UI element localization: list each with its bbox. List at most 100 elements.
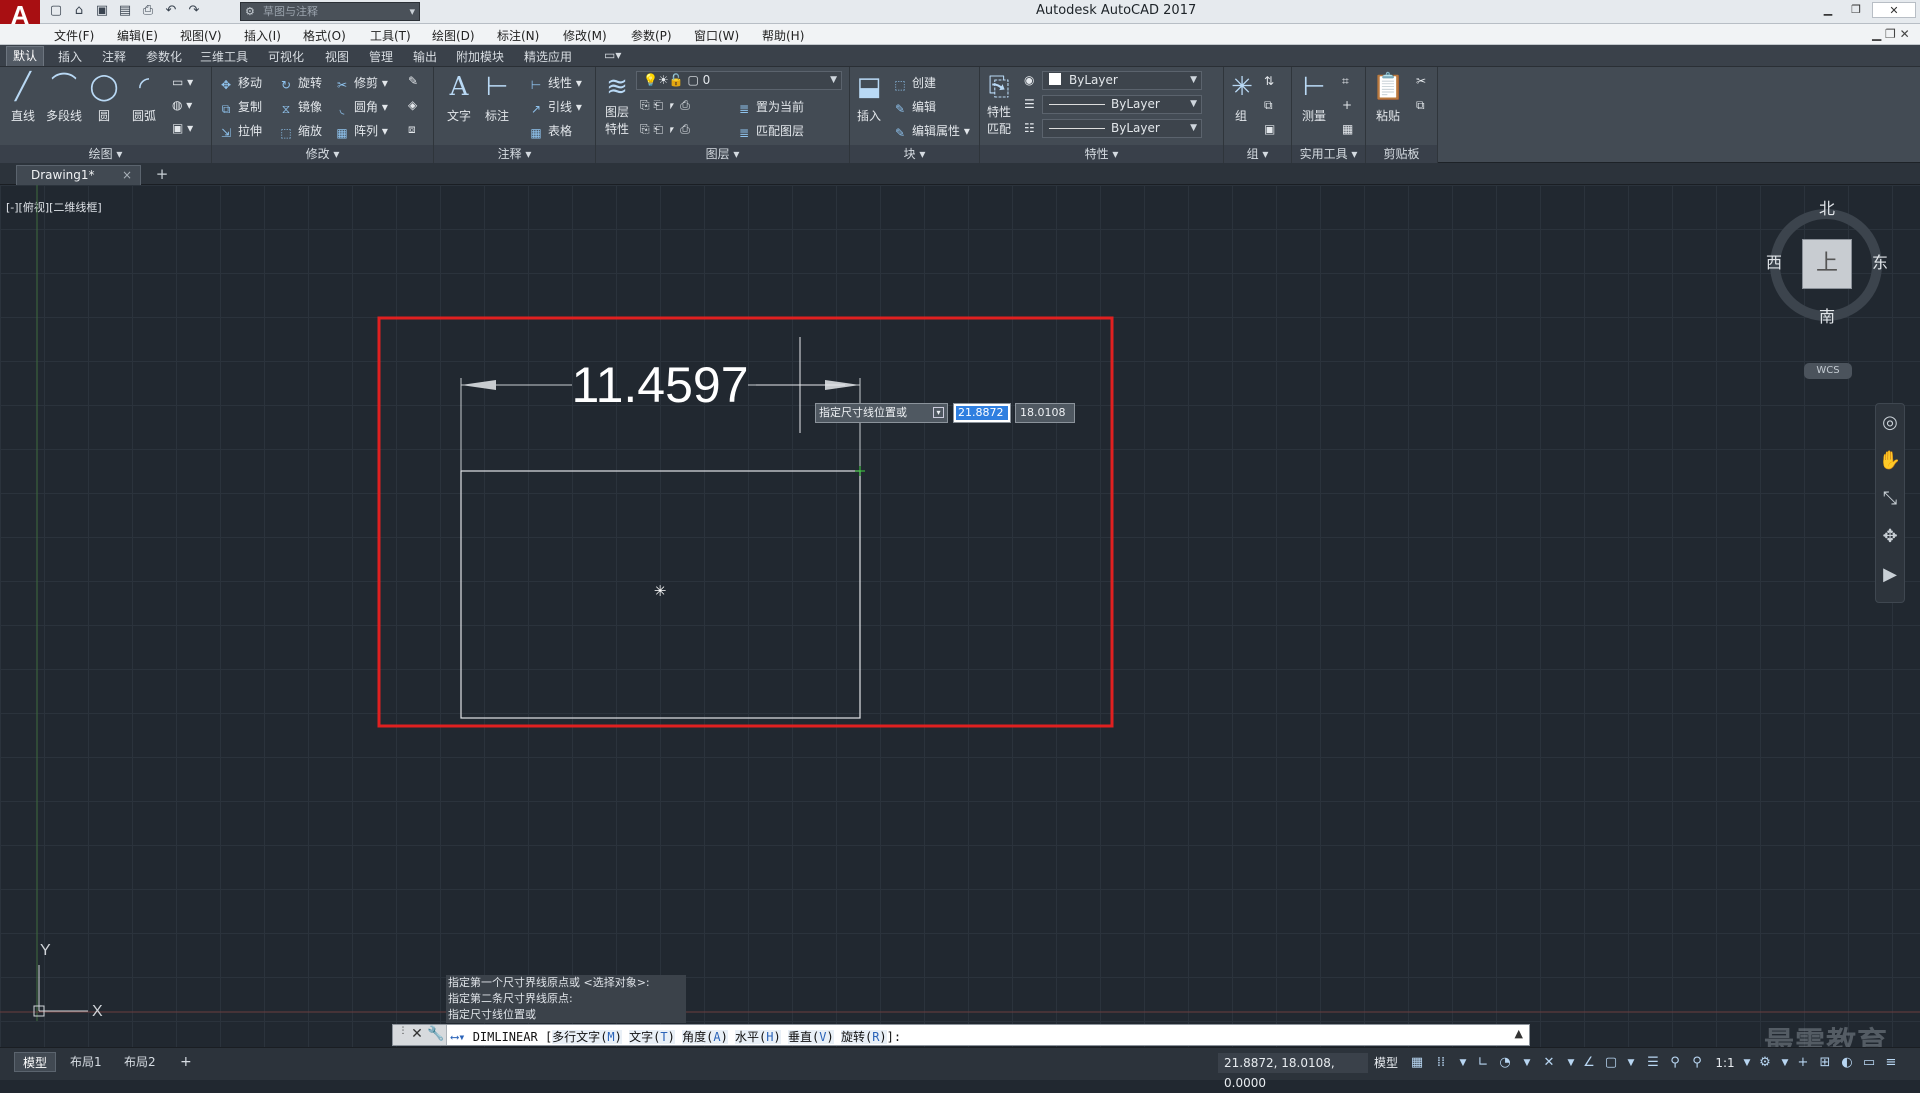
lineweight-toggle-icon[interactable]: ☰	[1644, 1053, 1662, 1073]
menu-format[interactable]: 格式(O)	[303, 27, 346, 44]
ribbon-tab-insert[interactable]: 插入	[58, 48, 82, 65]
layer-tools-row1[interactable]: ⎘ ⎗ ⎖ ⎙	[640, 98, 690, 113]
workspace-selector[interactable]: ⚙ 草图与注释 ▾	[240, 2, 420, 21]
ribbon-tab-manage[interactable]: 管理	[369, 48, 393, 65]
explode-icon[interactable]: ◈	[408, 98, 417, 112]
copy-tool[interactable]: ⧉ 复制	[218, 98, 262, 116]
chevron-down-icon[interactable]: ▼	[1738, 1053, 1756, 1073]
group-edit-icon[interactable]: ⧉	[1264, 98, 1273, 113]
option-mtext[interactable]: 多行文字(M)	[552, 1030, 622, 1044]
edit-block-tool[interactable]: ✎ 编辑	[892, 98, 936, 116]
save-icon[interactable]: ▣	[94, 3, 110, 19]
annotation-monitor-icon[interactable]: +	[1794, 1053, 1812, 1073]
object-snap-icon[interactable]: ▢	[1602, 1053, 1620, 1073]
layout-tab-model[interactable]: 模型	[14, 1052, 57, 1072]
wcs-menu[interactable]: WCS	[1804, 363, 1852, 379]
menu-view[interactable]: 视图(V)	[180, 27, 222, 44]
modify-panel-label[interactable]: 修改 ▾	[212, 145, 433, 163]
viewcube-top-face[interactable]: 上	[1802, 239, 1852, 289]
option-horizontal[interactable]: 水平(H)	[735, 1030, 781, 1044]
match-properties-tool[interactable]: ⎘ 特性 匹配	[982, 71, 1016, 137]
dimension-tool[interactable]: ⊢ 标注	[480, 71, 514, 124]
doc-window-controls[interactable]: ▁ ❐ ✕	[1872, 27, 1910, 41]
new-tab-button[interactable]: +	[152, 166, 172, 184]
trim-tool[interactable]: ✂ 修剪 ▾	[334, 74, 388, 92]
clean-screen-icon[interactable]: ▭	[1860, 1053, 1878, 1073]
create-block-tool[interactable]: ⬚ 创建	[892, 74, 936, 92]
annotation-scale[interactable]: 1:1	[1712, 1053, 1738, 1073]
layout-tab-2[interactable]: 布局2	[116, 1052, 164, 1072]
annotation-panel-label[interactable]: 注释 ▾	[434, 145, 595, 163]
new-file-icon[interactable]: ▢	[48, 3, 64, 19]
chevron-down-icon[interactable]: ▼	[1454, 1053, 1472, 1073]
table-tool[interactable]: ▦ 表格	[528, 122, 572, 140]
text-tool[interactable]: A 文字	[442, 71, 476, 124]
units-icon[interactable]: ⊞	[1816, 1053, 1834, 1073]
ribbon-tab-output[interactable]: 输出	[413, 48, 437, 65]
calculator-icon[interactable]: ⌗	[1342, 74, 1349, 89]
rectangle-icon[interactable]: ▭ ▾	[172, 75, 193, 89]
move-tool[interactable]: ✥ 移动	[218, 74, 262, 92]
group-select-icon[interactable]: ▣	[1264, 122, 1275, 136]
cut-icon[interactable]: ✂	[1416, 74, 1426, 88]
linear-dimension-tool[interactable]: ⊢ 线性 ▾	[528, 74, 582, 92]
ribbon-options-icon[interactable]: ▭▾	[604, 48, 621, 62]
minimize-icon[interactable]: ▁	[1816, 2, 1840, 18]
isolate-objects-icon[interactable]: ◐	[1838, 1053, 1856, 1073]
set-current-tool[interactable]: ≣ 置为当前	[736, 98, 804, 116]
option-angle[interactable]: 角度(A)	[682, 1030, 728, 1044]
ribbon-tab-parametric[interactable]: 参数化	[146, 48, 182, 65]
quickcalc-icon[interactable]: ▦	[1342, 122, 1353, 136]
drawing-canvas[interactable]: [-][俯视][二维线框] 11.4597 ✳ Y X 指定尺寸线位置或▾ 2	[0, 185, 1920, 1047]
compass-south[interactable]: 南	[1819, 303, 1835, 327]
block-panel-label[interactable]: 块 ▾	[850, 145, 979, 163]
mirror-tool[interactable]: ⧖ 镜像	[278, 98, 322, 116]
match-layer-tool[interactable]: ≣ 匹配图层	[736, 122, 804, 140]
pan-hand-icon[interactable]: ✋	[1876, 442, 1904, 480]
layer-tools-row2[interactable]: ⎘ ⎗ ⎖ ⎙	[640, 122, 690, 137]
annotation-visibility-icon[interactable]: ⚲	[1666, 1053, 1684, 1073]
stretch-tool[interactable]: ⇲ 拉伸	[218, 122, 262, 140]
arc-tool[interactable]: ◜ 圆弧	[126, 71, 162, 124]
ribbon-tab-3d-tools[interactable]: 三维工具	[200, 48, 248, 65]
fillet-tool[interactable]: ◟ 圆角 ▾	[334, 98, 388, 116]
rotate-tool[interactable]: ↻ 旋转	[278, 74, 322, 92]
group-tool[interactable]: ✳ 组	[1226, 71, 1256, 124]
layout-tab-1[interactable]: 布局1	[62, 1052, 110, 1072]
circle-tool[interactable]: ◯ 圆	[88, 71, 120, 124]
redo-icon[interactable]: ↷	[186, 3, 202, 19]
measure-tool[interactable]: ⊢ 测量	[1294, 71, 1334, 124]
menu-dimension[interactable]: 标注(N)	[497, 27, 539, 44]
draw-panel-label[interactable]: 绘图 ▾	[0, 145, 211, 163]
undo-icon[interactable]: ↶	[163, 3, 179, 19]
expand-down-icon[interactable]: ▾	[933, 407, 944, 418]
menu-window[interactable]: 窗口(W)	[694, 27, 739, 44]
object-snap-tracking-icon[interactable]: ∠	[1580, 1053, 1598, 1073]
open-file-icon[interactable]: ⌂	[71, 3, 87, 19]
polyline-tool[interactable]: ⌒ 多段线	[42, 71, 86, 124]
coordinate-display[interactable]: 21.8872, 18.0108, 0.0000	[1218, 1053, 1368, 1090]
customize-wrench-icon[interactable]: 🔧	[427, 1026, 444, 1042]
chevron-up-icon[interactable]: ▲	[1515, 1027, 1523, 1040]
menu-modify[interactable]: 修改(M)	[563, 27, 607, 44]
array-tool[interactable]: ▦ 阵列 ▾	[334, 122, 388, 140]
chevron-down-icon[interactable]: ▼	[1518, 1053, 1536, 1073]
customize-menu-icon[interactable]: ≡	[1882, 1053, 1900, 1073]
menu-help[interactable]: 帮助(H)	[762, 27, 804, 44]
layer-dropdown[interactable]: 💡☀🔓 ▢ 0 ▼	[636, 71, 842, 90]
add-layout-icon[interactable]: +	[172, 1052, 200, 1072]
lineweight-dropdown[interactable]: ByLayer ▼	[1042, 119, 1202, 138]
option-vertical[interactable]: 垂直(V)	[787, 1030, 834, 1044]
menu-file[interactable]: 文件(F)	[54, 27, 94, 44]
scale-tool[interactable]: ⬚ 缩放	[278, 122, 322, 140]
viewcube[interactable]: 上 北 南 西 东	[1766, 195, 1890, 326]
chevron-down-icon[interactable]: ▼	[1622, 1053, 1640, 1073]
leader-tool[interactable]: ↗ 引线 ▾	[528, 98, 582, 116]
showmotion-icon[interactable]: ▶	[1876, 556, 1904, 594]
erase-icon[interactable]: ✎	[408, 74, 418, 88]
menu-parametric[interactable]: 参数(P)	[631, 27, 672, 44]
copy-clip-icon[interactable]: ⧉	[1416, 98, 1425, 113]
clipboard-panel-label[interactable]: 剪贴板	[1366, 145, 1437, 163]
compass-east[interactable]: 东	[1872, 249, 1888, 273]
document-tab[interactable]: Drawing1* ×	[16, 165, 141, 185]
